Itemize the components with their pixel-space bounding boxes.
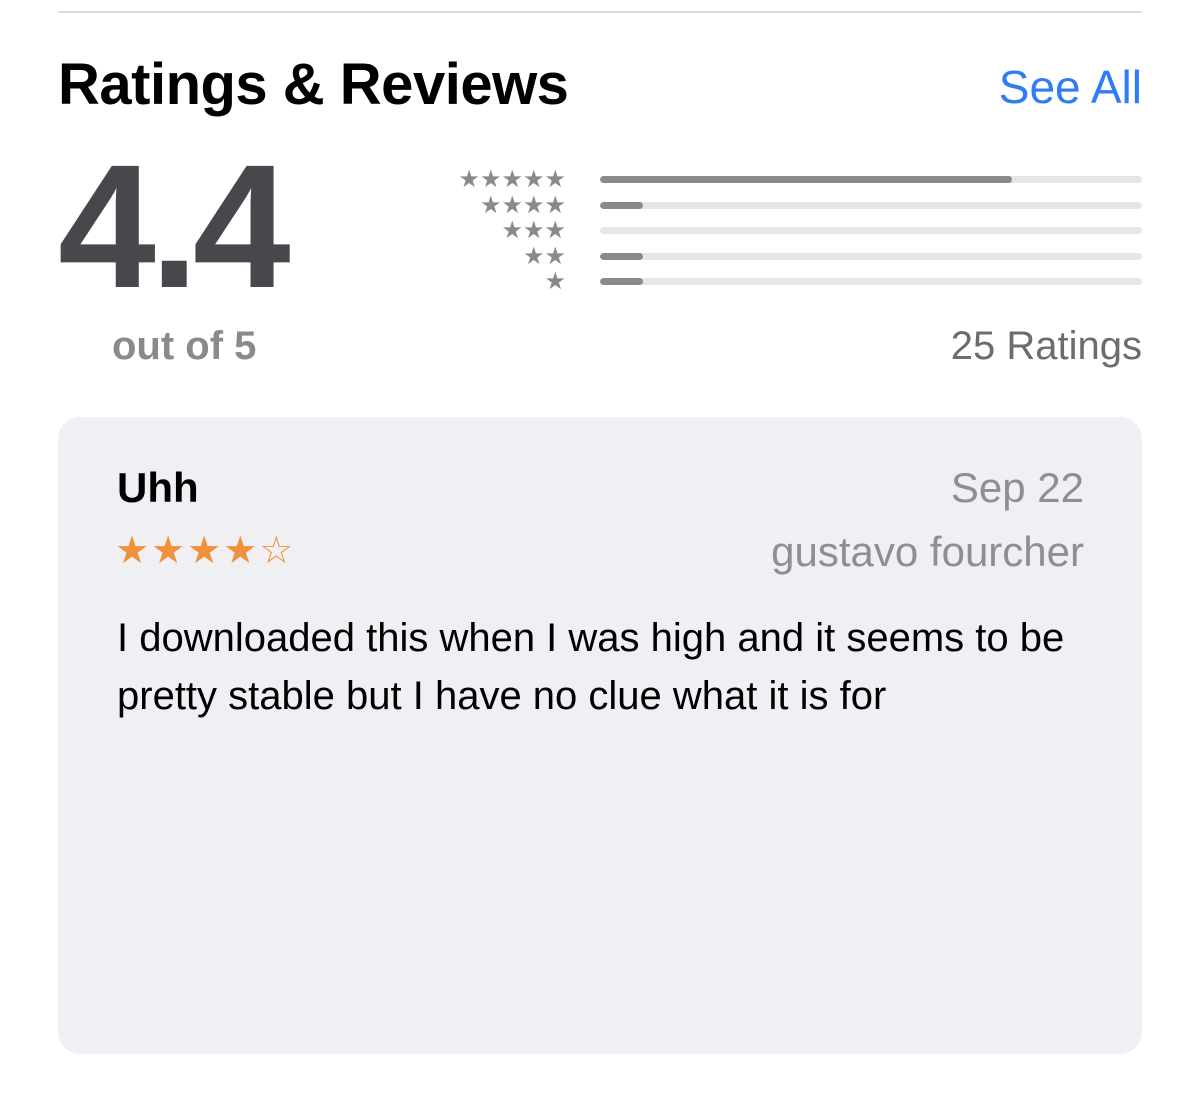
average-rating: 4.4 [58, 129, 291, 325]
two-star-icons: ★★ [522, 242, 566, 270]
histogram-track [600, 278, 1142, 285]
review-card[interactable]: Uhh Sep 22 ★★★★☆ gustavo fourcher I down… [58, 417, 1142, 1054]
see-all-link[interactable]: See All [999, 52, 1142, 122]
four-star-icons: ★★★★ [479, 191, 566, 219]
review-date: Sep 22 [950, 464, 1084, 511]
histogram-row-3-stars: ★★★ [440, 218, 1142, 244]
histogram-track [600, 227, 1142, 234]
histogram-row-1-star: ★ [440, 269, 1142, 295]
three-star-icons: ★★★ [501, 217, 566, 244]
ratings-reviews-section: Ratings & Reviews See All 4.4 out of 5 ★… [0, 0, 1200, 1120]
histogram-bar [600, 252, 644, 260]
section-header: Ratings & Reviews See All [58, 50, 1142, 120]
histogram-bar [600, 176, 1012, 183]
histogram-track [600, 201, 1142, 209]
review-title: Uhh [117, 464, 199, 511]
histogram-bar [600, 201, 644, 209]
one-star-icon: ★ [544, 268, 566, 295]
top-divider [58, 11, 1142, 13]
histogram-row-4-stars: ★★★★ [440, 191, 1142, 219]
out-of-label: out of 5 [112, 324, 257, 368]
histogram-row-5-stars: ★★★★★ [440, 167, 1142, 193]
histogram-track [600, 252, 1142, 260]
histogram-bar [600, 278, 644, 285]
review-body: I downloaded this when I was high and it… [117, 616, 1065, 718]
section-title: Ratings & Reviews [58, 52, 569, 117]
ratings-count: 25 Ratings [950, 324, 1142, 368]
histogram-track [600, 176, 1142, 183]
review-author: gustavo fourcher [771, 528, 1084, 575]
review-star-rating-icon: ★★★★☆ [115, 530, 296, 572]
five-star-icons: ★★★★★ [458, 166, 566, 193]
histogram-row-2-stars: ★★ [440, 242, 1142, 270]
rating-histogram: ★★★★★ ★★★★ ★★★ ★★ ★ [440, 167, 1142, 297]
